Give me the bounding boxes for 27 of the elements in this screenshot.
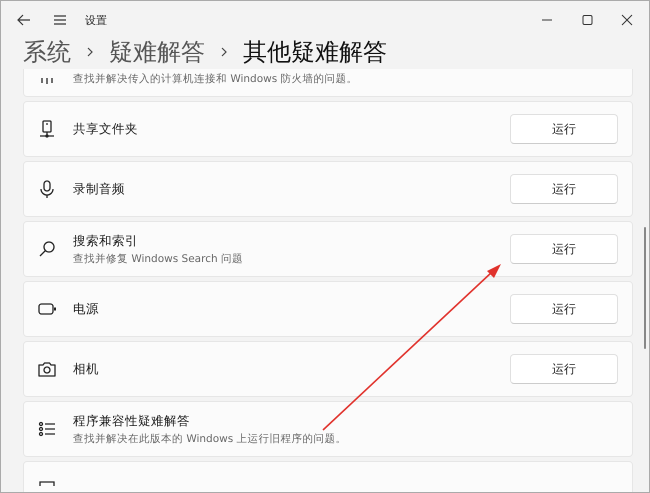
run-button[interactable]: 运行 xyxy=(510,354,618,384)
troubleshooter-title: 搜索和索引 xyxy=(73,232,139,250)
troubleshooter-title: 相机 xyxy=(73,360,100,378)
troubleshooter-description: 查找并解决传入的计算机连接和 Windows 防火墙的问题。 xyxy=(73,72,359,86)
back-arrow-icon xyxy=(17,14,31,26)
troubleshooter-title: 电源 xyxy=(73,300,100,318)
run-button[interactable]: 运行 xyxy=(510,234,618,264)
window-title: 设置 xyxy=(85,12,107,28)
menu-icon xyxy=(53,14,67,26)
scrollbar-thumb[interactable] xyxy=(644,227,646,349)
chevron-icon xyxy=(85,47,95,57)
troubleshooter-title: 程序兼容性疑难解答 xyxy=(73,412,191,430)
network-drive-icon xyxy=(37,119,57,139)
minimize-icon xyxy=(542,19,552,21)
troubleshooter-title: 共享文件夹 xyxy=(73,120,139,138)
troubleshooter-description: 查找并修复 Windows Search 问题 xyxy=(73,252,244,266)
search-icon xyxy=(37,239,57,259)
troubleshooter-title: 录制音频 xyxy=(73,180,126,198)
run-button[interactable]: 运行 xyxy=(510,114,618,144)
run-button[interactable]: 运行 xyxy=(510,294,618,324)
breadcrumb-link[interactable]: 疑难解答 xyxy=(109,36,205,68)
page-title: 其他疑难解答 xyxy=(243,37,387,68)
troubleshooter-description: 查找并解决在此版本的 Windows 上运行旧程序的问题。 xyxy=(73,432,348,446)
list-icon xyxy=(37,419,57,439)
breadcrumb-link[interactable]: 系统 xyxy=(23,36,71,68)
chevron-icon xyxy=(219,47,229,57)
run-button[interactable]: 运行 xyxy=(510,174,618,204)
